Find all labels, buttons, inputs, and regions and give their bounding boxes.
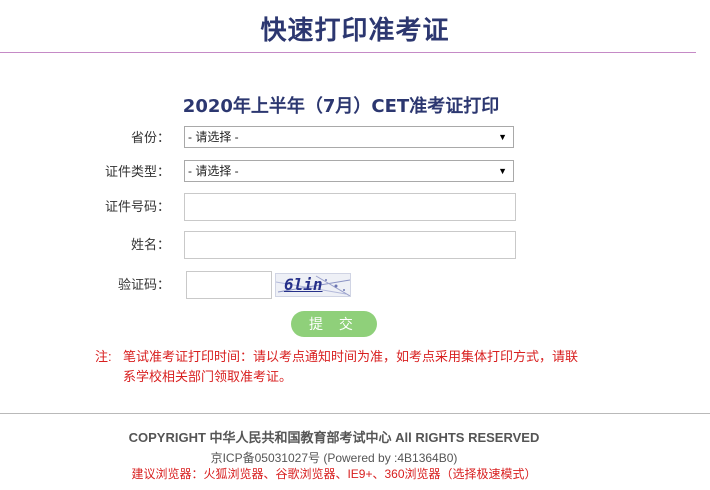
id-number-input[interactable] (184, 193, 516, 221)
header-divider (0, 52, 696, 53)
name-row: 姓名： (0, 231, 710, 259)
browser-tip: 建议浏览器：火狐浏览器、谷歌浏览器、IE9+、360浏览器（选择极速模式） (131, 467, 537, 481)
captcha-label: 验证码： (117, 277, 170, 292)
province-select-value: - 请选择 - (188, 130, 239, 144)
chevron-down-icon: ▼ (498, 166, 507, 176)
name-input[interactable] (184, 231, 516, 259)
captcha-text: 6lin (284, 275, 323, 294)
notice-line-1: 笔试准考证打印时间：请以考点通知时间为准，如考点采用集体打印方式，请联 (123, 349, 579, 364)
form-title: 2020年上半年（7月）CET准考证打印 (182, 96, 500, 117)
id-type-row: 证件类型： - 请选择 - ▼ (0, 158, 710, 186)
page-title: 快速打印准考证 (260, 16, 450, 46)
id-type-select[interactable]: - 请选择 - ▼ (184, 160, 514, 182)
notice: 注: 笔试准考证打印时间：请以考点通知时间为准，如考点采用集体打印方式，请联 系… (95, 347, 625, 387)
province-label: 省份： (130, 130, 170, 145)
captcha-input[interactable] (186, 271, 272, 299)
province-row: 省份： - 请选择 - ▼ (0, 124, 710, 152)
notice-prefix: 注: (95, 349, 112, 364)
captcha-image[interactable]: 6lin (275, 273, 351, 297)
notice-line-2: 系学校相关部门领取准考证。 (123, 369, 293, 384)
name-label: 姓名： (130, 237, 170, 252)
footer-divider (0, 413, 710, 414)
icp-text: 京ICP备05031027号 (Powered by :4B1364B0) (210, 451, 458, 465)
id-number-row: 证件号码： (0, 193, 710, 221)
id-type-select-value: - 请选择 - (188, 164, 239, 178)
captcha-row: 验证码： 6lin (0, 271, 710, 299)
copyright-text: COPYRIGHT 中华人民共和国教育部考试中心 All RIGHTS RESE… (128, 430, 540, 445)
province-select[interactable]: - 请选择 - ▼ (184, 126, 514, 148)
id-type-label: 证件类型： (104, 164, 170, 179)
chevron-down-icon: ▼ (498, 132, 507, 142)
id-number-label: 证件号码： (104, 199, 170, 214)
submit-button[interactable]: 提 交 (291, 311, 377, 337)
